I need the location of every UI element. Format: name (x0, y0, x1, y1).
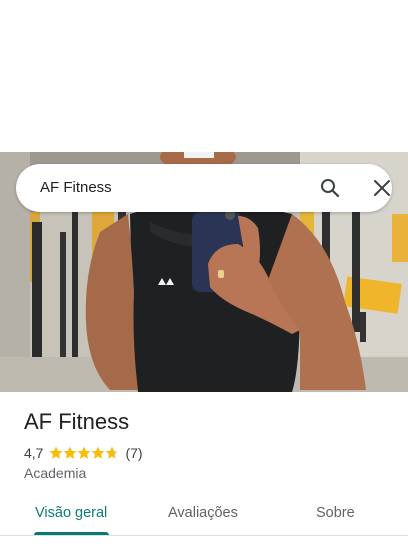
place-tabs: Visão geral Avaliações Sobre (0, 496, 408, 536)
rating-stars (49, 446, 119, 460)
close-icon[interactable] (370, 176, 394, 200)
tab-overview[interactable]: Visão geral (35, 505, 107, 521)
rating-value: 4,7 (24, 445, 44, 461)
star-icon (78, 446, 91, 459)
star-icon (64, 446, 77, 459)
place-category[interactable]: Academia (24, 465, 86, 481)
place-title: AF Fitness (24, 409, 130, 434)
star-icon (92, 446, 105, 459)
search-input[interactable]: AF Fitness (40, 179, 112, 196)
rating-row[interactable]: 4,7 (7) (24, 444, 143, 462)
star-icon (50, 446, 63, 459)
tab-reviews[interactable]: Avaliações (168, 505, 238, 521)
map-blank-area (0, 0, 408, 152)
search-bar[interactable]: AF Fitness (16, 164, 392, 212)
star-icon (106, 446, 119, 459)
search-icon[interactable] (318, 176, 342, 200)
tabs-divider (0, 535, 408, 536)
tab-about[interactable]: Sobre (316, 505, 355, 521)
review-count[interactable]: (7) (125, 445, 142, 461)
